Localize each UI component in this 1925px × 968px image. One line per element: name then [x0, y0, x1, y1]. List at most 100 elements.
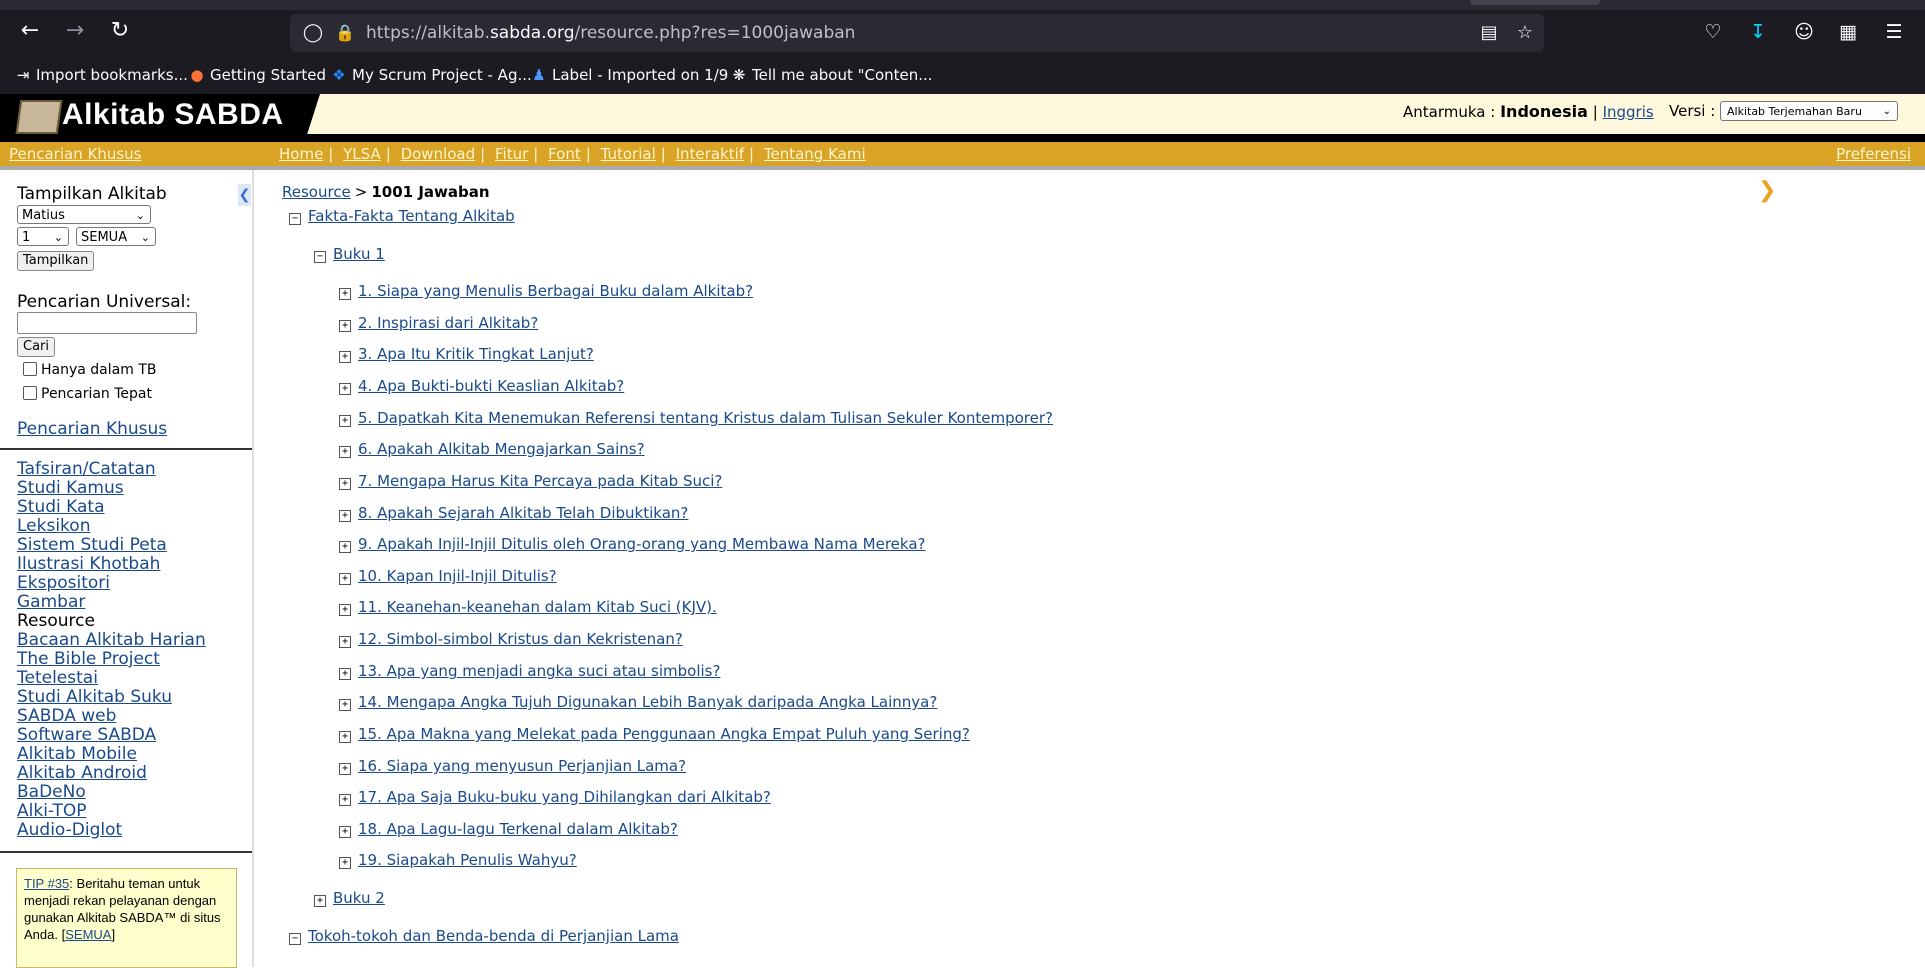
sidebar-item-badeno[interactable]: BaDeNo — [17, 782, 86, 802]
expand-icon[interactable]: + — [339, 826, 351, 838]
site-logo[interactable]: Alkitab SABDA — [62, 98, 284, 132]
question-link[interactable]: 15. Apa Makna yang Melekat pada Pengguna… — [358, 725, 970, 743]
expand-icon[interactable]: + — [339, 383, 351, 395]
expand-icon[interactable]: + — [339, 288, 351, 300]
expand-icon[interactable]: + — [339, 510, 351, 522]
verse-select[interactable]: SEMUA ⌄ — [76, 227, 156, 246]
question-link[interactable]: 13. Apa yang menjadi angka suci atau sim… — [358, 662, 720, 680]
shield-icon[interactable]: ◯ — [302, 22, 324, 44]
expand-icon[interactable]: + — [339, 794, 351, 806]
sidebar-item-audio-diglot[interactable]: Audio-Diglot — [17, 820, 122, 840]
expand-icon[interactable]: + — [339, 478, 351, 490]
question-link[interactable]: 7. Mengapa Harus Kita Percaya pada Kitab… — [358, 472, 722, 490]
bookmark-tell-me[interactable]: ❋ Tell me about "Conten... — [730, 66, 933, 84]
question-link[interactable]: 3. Apa Itu Kritik Tingkat Lanjut? — [358, 345, 594, 363]
nav-download[interactable]: Download — [401, 145, 476, 163]
nav-special-search[interactable]: Pencarian Khusus — [9, 145, 141, 163]
extensions-icon[interactable]: ▦ — [1836, 20, 1860, 44]
bookmark-scrum-project[interactable]: ❖ My Scrum Project - Ag... — [330, 66, 532, 84]
question-link[interactable]: 4. Apa Bukti-bukti Keaslian Alkitab? — [358, 377, 624, 395]
expand-icon[interactable]: + — [339, 573, 351, 585]
account-icon[interactable]: ☺ — [1792, 20, 1816, 44]
only-tb-checkbox[interactable]: Hanya dalam TB — [23, 362, 156, 378]
sidebar-item-alkitab-mobile[interactable]: Alkitab Mobile — [17, 744, 137, 764]
url-text[interactable]: https://alkitab.sabda.org/resource.php?r… — [366, 23, 855, 43]
nav-tutorial[interactable]: Tutorial — [601, 145, 656, 163]
question-link[interactable]: 19. Siapakah Penulis Wahyu? — [358, 851, 577, 869]
nav-tentang-kami[interactable]: Tentang Kami — [764, 145, 866, 163]
question-link[interactable]: 18. Apa Lagu-lagu Terkenal dalam Alkitab… — [358, 820, 678, 838]
expand-icon[interactable]: + — [339, 604, 351, 616]
tip-link[interactable]: TIP #35 — [24, 876, 69, 891]
exact-search-checkbox[interactable]: Pencarian Tepat — [23, 386, 152, 402]
expand-icon[interactable]: + — [314, 895, 326, 907]
next-arrow-icon[interactable]: ❯ — [1758, 180, 1776, 202]
breadcrumb-resource[interactable]: Resource — [282, 183, 351, 201]
tip-all-link[interactable]: SEMUA — [65, 927, 111, 942]
collapse-sidebar-icon[interactable]: ❮ — [238, 184, 251, 206]
sidebar-item-ilustrasi-khotbah[interactable]: Ilustrasi Khotbah — [17, 554, 160, 574]
collapse-icon[interactable]: − — [289, 213, 301, 225]
question-link[interactable]: 11. Keanehan-keanehan dalam Kitab Suci (… — [358, 598, 717, 616]
sidebar-item-bible-project[interactable]: The Bible Project — [17, 649, 160, 669]
question-link[interactable]: 2. Inspirasi dari Alkitab? — [358, 314, 538, 332]
sidebar-item-alki-top[interactable]: Alki-TOP — [17, 801, 87, 821]
expand-icon[interactable]: + — [339, 731, 351, 743]
question-link[interactable]: 10. Kapan Injil-Injil Ditulis? — [358, 567, 557, 585]
sidebar-item-ekspositori[interactable]: Ekspositori — [17, 573, 110, 593]
question-link[interactable]: 12. Simbol-simbol Kristus dan Kekristena… — [358, 630, 683, 648]
section-tokoh-link[interactable]: Tokoh-tokoh dan Benda-benda di Perjanjia… — [308, 927, 679, 945]
question-link[interactable]: 8. Apakah Sejarah Alkitab Telah Dibuktik… — [358, 504, 688, 522]
question-link[interactable]: 1. Siapa yang Menulis Berbagai Buku dala… — [358, 282, 753, 300]
expand-icon[interactable]: + — [339, 763, 351, 775]
sidebar-item-tetelestai[interactable]: Tetelestai — [17, 668, 98, 688]
active-tab-indicator[interactable] — [1470, 0, 1600, 5]
expand-icon[interactable]: + — [339, 699, 351, 711]
expand-icon[interactable]: + — [339, 446, 351, 458]
expand-icon[interactable]: + — [339, 541, 351, 553]
bookmark-label[interactable]: ♟ Label - Imported on 1/9 — [530, 66, 728, 84]
question-link[interactable]: 5. Dapatkah Kita Menemukan Referensi ten… — [358, 409, 1053, 427]
nav-interaktif[interactable]: Interaktif — [676, 145, 744, 163]
bookmark-star-icon[interactable]: ☆ — [1514, 22, 1536, 44]
sidebar-item-sistem-studi-peta[interactable]: Sistem Studi Peta — [17, 535, 167, 555]
universal-search-input[interactable] — [17, 312, 197, 334]
expand-icon[interactable]: + — [339, 320, 351, 332]
sidebar-item-tafsiran[interactable]: Tafsiran/Catatan — [17, 459, 156, 479]
question-link[interactable]: 9. Apakah Injil-Injil Ditulis oleh Orang… — [358, 535, 925, 553]
question-link[interactable]: 16. Siapa yang menyusun Perjanjian Lama? — [358, 757, 686, 775]
expand-icon[interactable]: + — [339, 668, 351, 680]
sidebar-item-leksikon[interactable]: Leksikon — [17, 516, 90, 536]
expand-icon[interactable]: + — [339, 415, 351, 427]
collapse-icon[interactable]: − — [289, 933, 301, 945]
sidebar-special-search[interactable]: Pencarian Khusus — [17, 419, 167, 439]
back-icon[interactable]: ← — [17, 18, 43, 44]
sidebar-item-studi-kata[interactable]: Studi Kata — [17, 497, 105, 517]
nav-fitur[interactable]: Fitur — [495, 145, 528, 163]
question-link[interactable]: 17. Apa Saja Buku-buku yang Dihilangkan … — [358, 788, 771, 806]
question-link[interactable]: 14. Mengapa Angka Tujuh Digunakan Lebih … — [358, 693, 937, 711]
section-fakta-link[interactable]: Fakta-Fakta Tentang Alkitab — [308, 207, 515, 225]
expand-icon[interactable]: + — [339, 351, 351, 363]
collapse-icon[interactable]: − — [314, 251, 326, 263]
bookmark-getting-started[interactable]: ● Getting Started — [188, 66, 326, 84]
lock-icon[interactable]: 🔒 — [334, 22, 356, 44]
expand-icon[interactable]: + — [339, 636, 351, 648]
reload-icon[interactable]: ↻ — [107, 18, 133, 44]
forward-icon[interactable]: → — [62, 18, 88, 44]
show-button[interactable]: Tampilkan — [17, 251, 95, 271]
book-1-link[interactable]: Buku 1 — [333, 245, 385, 263]
version-select[interactable]: Alkitab Terjemahan Baru ⌄ — [1720, 101, 1898, 121]
sidebar-item-bacaan-harian[interactable]: Bacaan Alkitab Harian — [17, 630, 206, 650]
pocket-icon[interactable]: ♡ — [1701, 20, 1725, 44]
checkbox-icon[interactable] — [23, 386, 37, 400]
menu-icon[interactable]: ☰ — [1882, 20, 1906, 44]
sidebar-item-gambar[interactable]: Gambar — [17, 592, 85, 612]
question-link[interactable]: 6. Apakah Alkitab Mengajarkan Sains? — [358, 440, 645, 458]
reader-view-icon[interactable]: ▤ — [1478, 22, 1500, 44]
sidebar-item-software-sabda[interactable]: Software SABDA — [17, 725, 156, 745]
chapter-select[interactable]: 1 ⌄ — [17, 227, 69, 246]
sidebar-item-alkitab-android[interactable]: Alkitab Android — [17, 763, 147, 783]
nav-ylsa[interactable]: YLSA — [343, 145, 381, 163]
bookmark-import[interactable]: ⇥ Import bookmarks... — [14, 66, 188, 84]
